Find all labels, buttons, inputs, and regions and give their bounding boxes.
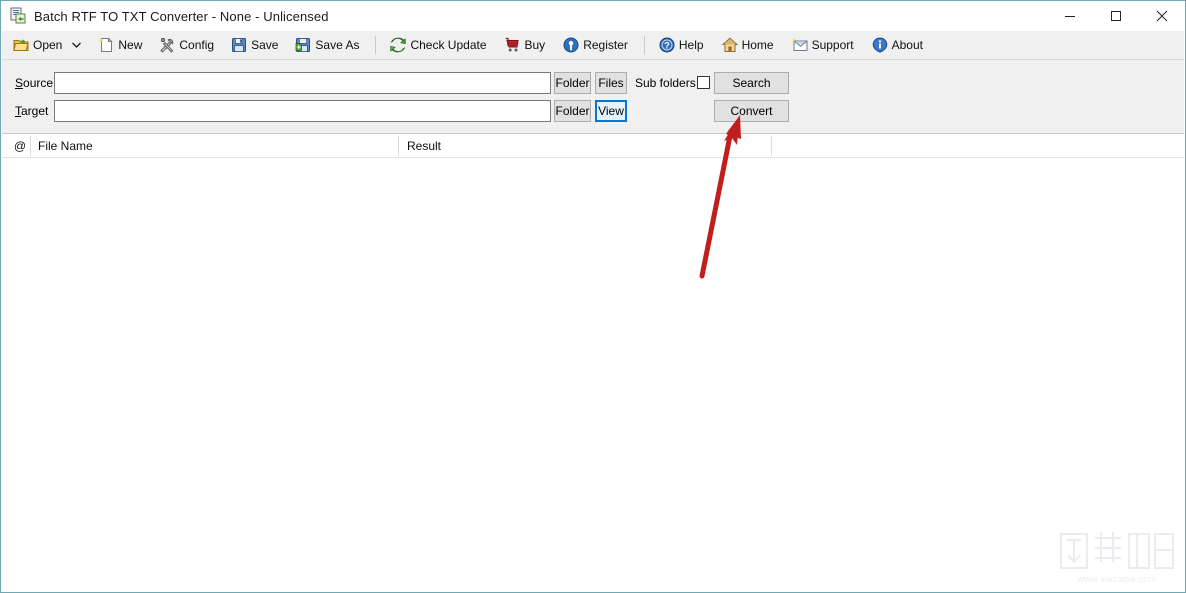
- toolbar-label-buy: Buy: [524, 38, 546, 52]
- toolbar-separator-2: [643, 36, 645, 54]
- source-label: Source: [15, 76, 54, 90]
- toolbar-separator-1: [375, 36, 377, 54]
- refresh-arrows-icon: [390, 37, 407, 53]
- toolbar-button-buy[interactable]: Buy: [499, 33, 552, 58]
- toolbar-button-open[interactable]: Open: [7, 33, 68, 58]
- toolbar-label-about: About: [891, 38, 923, 52]
- target-row: Target Folder View Convert: [2, 100, 1184, 122]
- toolbar-label-open: Open: [33, 38, 63, 52]
- column-divider-2[interactable]: [398, 136, 399, 156]
- column-header-result[interactable]: Result: [407, 134, 441, 158]
- toolbar-button-config[interactable]: Config: [153, 33, 220, 58]
- file-list-header: @ File Name Result: [2, 134, 1184, 158]
- register-key-icon: [563, 37, 579, 53]
- maximize-button[interactable]: [1093, 1, 1139, 31]
- toolbar: Open New Config Save Save As Check Updat…: [2, 31, 1184, 60]
- floppy-disk-icon: [231, 37, 247, 53]
- toolbar-button-new[interactable]: New: [92, 33, 148, 58]
- source-target-panel: Source Folder Files Sub folders Search T…: [2, 60, 1184, 134]
- info-circle-icon: [872, 37, 888, 53]
- new-document-icon: [98, 37, 114, 53]
- search-button[interactable]: Search: [714, 72, 789, 94]
- source-files-button[interactable]: Files: [595, 72, 627, 94]
- converter-icon: [9, 7, 27, 25]
- application-window: Batch RTF TO TXT Converter - None - Unli…: [0, 0, 1186, 593]
- toolbar-label-save-as: Save As: [315, 38, 360, 52]
- watermark: www.xiazaiba.com: [1057, 528, 1177, 586]
- open-folder-icon: [13, 37, 29, 53]
- toolbar-label-save: Save: [251, 38, 279, 52]
- convert-button[interactable]: Convert: [714, 100, 789, 122]
- toolbar-button-save-as[interactable]: Save As: [289, 33, 365, 58]
- window-controls: [1047, 1, 1185, 31]
- toolbar-button-about[interactable]: About: [866, 33, 929, 58]
- subfolders-label: Sub folders: [635, 76, 696, 90]
- svg-text:?: ?: [664, 41, 670, 51]
- minimize-button[interactable]: [1047, 1, 1093, 31]
- watermark-url: www.xiazaiba.com: [1077, 574, 1157, 584]
- toolbar-label-help: Help: [678, 38, 704, 52]
- source-folder-button[interactable]: Folder: [554, 72, 591, 94]
- open-dropdown-arrow-icon[interactable]: [69, 34, 84, 57]
- column-header-file-name[interactable]: File Name: [38, 134, 93, 158]
- toolbar-button-help[interactable]: ? Help: [653, 33, 710, 58]
- source-input[interactable]: [54, 72, 551, 94]
- house-icon: [721, 37, 738, 53]
- toolbar-button-home[interactable]: Home: [716, 33, 780, 58]
- close-button[interactable]: [1139, 1, 1185, 31]
- toolbar-label-home: Home: [741, 38, 774, 52]
- target-label: Target: [15, 104, 49, 118]
- toolbar-label-config: Config: [179, 38, 215, 52]
- toolbar-label-check-update: Check Update: [410, 38, 487, 52]
- toolbar-label-support: Support: [811, 38, 854, 52]
- toolbar-button-save[interactable]: Save: [225, 33, 284, 58]
- subfolders-checkbox[interactable]: [697, 76, 710, 89]
- window-title: Batch RTF TO TXT Converter - None - Unli…: [34, 8, 329, 24]
- envelope-icon: [791, 37, 808, 53]
- title-bar: Batch RTF TO TXT Converter - None - Unli…: [1, 1, 1185, 31]
- toolbar-button-support[interactable]: Support: [786, 33, 860, 58]
- tools-icon: [159, 37, 175, 53]
- column-header-flag[interactable]: @: [10, 134, 30, 158]
- view-button[interactable]: View: [595, 100, 627, 122]
- toolbar-button-register[interactable]: Register: [557, 33, 634, 58]
- toolbar-label-register: Register: [583, 38, 628, 52]
- toolbar-button-check-update[interactable]: Check Update: [384, 33, 492, 58]
- shopping-cart-icon: [505, 37, 521, 53]
- toolbar-label-new: New: [118, 38, 143, 52]
- target-folder-button[interactable]: Folder: [554, 100, 591, 122]
- column-divider-3[interactable]: [771, 136, 772, 156]
- question-circle-icon: ?: [659, 37, 675, 53]
- target-input[interactable]: [54, 100, 551, 122]
- file-list-body[interactable]: [2, 158, 1184, 591]
- floppy-disk-plus-icon: [295, 37, 311, 53]
- source-row: Source Folder Files Sub folders Search: [2, 72, 1184, 94]
- column-divider-1[interactable]: [30, 136, 31, 156]
